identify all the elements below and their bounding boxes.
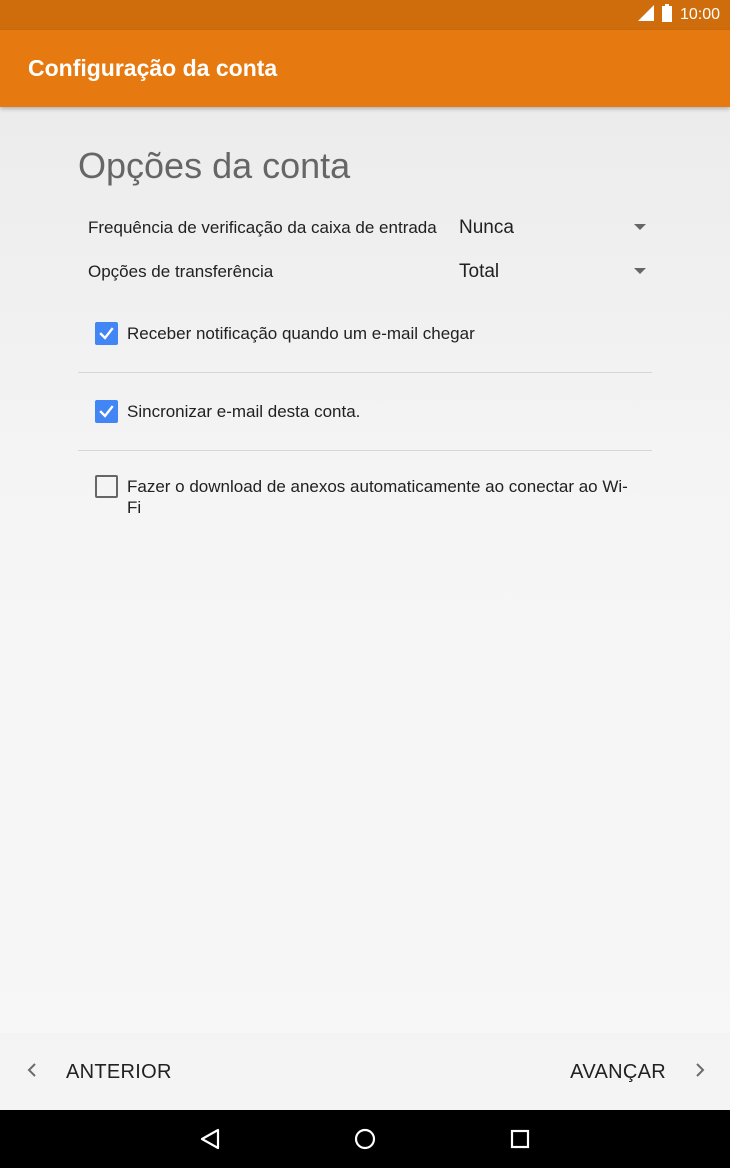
chevron-right-icon (694, 1061, 706, 1084)
transfer-options-value: Total (459, 261, 500, 282)
previous-label: ANTERIOR (66, 1060, 172, 1083)
chevron-left-icon (26, 1061, 38, 1084)
transfer-options-dropdown[interactable]: Total (459, 255, 652, 289)
previous-button[interactable]: ANTERIOR (26, 1055, 172, 1089)
divider (78, 372, 652, 373)
checkbox-checked-icon[interactable] (95, 400, 118, 423)
transfer-options-label: Opções de transferência (88, 262, 274, 281)
app-bar: Configuração da conta (0, 30, 730, 107)
auto-download-label: Fazer o download de anexos automaticamen… (127, 477, 628, 517)
sync-email-checkbox-row[interactable]: Sincronizar e-mail desta conta. (95, 400, 655, 423)
check-frequency-label: Frequência de verificação da caixa de en… (88, 218, 437, 237)
recents-icon[interactable] (505, 1124, 535, 1154)
status-bar: 10:00 (0, 0, 730, 30)
notify-email-checkbox-row[interactable]: Receber notificação quando um e-mail che… (95, 322, 655, 345)
status-time: 10:00 (679, 6, 720, 23)
back-icon[interactable] (195, 1124, 225, 1154)
checkbox-checked-icon[interactable] (95, 322, 118, 345)
signal-icon (637, 4, 654, 26)
app-bar-title: Configuração da conta (28, 55, 278, 81)
divider (78, 450, 652, 451)
check-frequency-dropdown[interactable]: Nunca (459, 211, 652, 245)
home-icon[interactable] (350, 1124, 380, 1154)
dropdown-arrow-icon (634, 268, 646, 274)
next-label: AVANÇAR (570, 1060, 666, 1083)
setup-navigation-footer: ANTERIOR AVANÇAR (0, 1033, 730, 1110)
battery-icon (661, 3, 672, 27)
system-navigation-bar (0, 1110, 730, 1168)
sync-email-label: Sincronizar e-mail desta conta. (127, 402, 361, 421)
account-options-panel: Opções da conta Frequência de verificaçã… (0, 107, 730, 1110)
notify-email-label: Receber notificação quando um e-mail che… (127, 324, 475, 343)
check-frequency-setting: Frequência de verificação da caixa de en… (88, 211, 652, 245)
checkbox-unchecked-icon[interactable] (95, 475, 118, 498)
transfer-options-setting: Opções de transferência Total (88, 255, 652, 289)
next-button[interactable]: AVANÇAR (570, 1055, 706, 1089)
page-title: Opções da conta (78, 145, 351, 186)
auto-download-checkbox-row[interactable]: Fazer o download de anexos automaticamen… (95, 475, 640, 518)
check-frequency-value: Nunca (459, 217, 514, 238)
dropdown-arrow-icon (634, 224, 646, 230)
